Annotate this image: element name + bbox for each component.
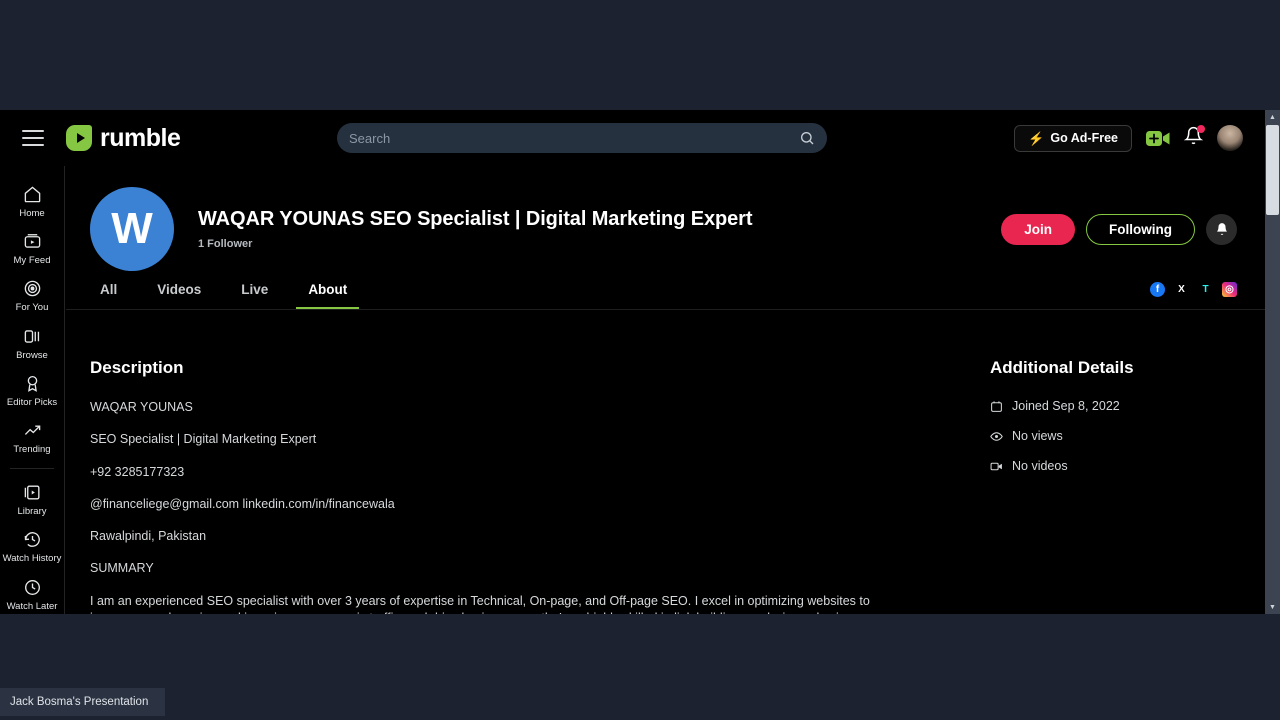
description-line: +92 3285177323	[90, 464, 185, 479]
x-twitter-icon[interactable]: X	[1174, 282, 1189, 297]
scrollbar-thumb[interactable]	[1266, 125, 1279, 215]
sidebar-item-editor-picks[interactable]: Editor Picks	[0, 367, 64, 414]
channel-tabs: All Videos Live About f X T ◎	[66, 270, 1265, 310]
sidebar-label-my-feed: My Feed	[13, 255, 51, 267]
tab-live[interactable]: Live	[221, 270, 288, 309]
additional-details-column: Additional Details Joined Sep 8, 2022 No…	[950, 358, 1237, 614]
calendar-icon	[991, 400, 1002, 412]
sidebar-item-my-feed[interactable]: My Feed	[0, 225, 64, 272]
sidebar-item-trending[interactable]: Trending	[0, 414, 64, 461]
trending-icon	[24, 425, 40, 435]
detail-text-joined: Joined Sep 8, 2022	[1012, 399, 1120, 413]
notifications-button[interactable]	[1183, 125, 1205, 150]
tiktok-icon[interactable]: T	[1198, 282, 1213, 297]
join-button[interactable]: Join	[1001, 213, 1075, 245]
following-button[interactable]: Following	[1086, 213, 1195, 245]
watch-history-icon	[24, 532, 40, 548]
browse-icon	[24, 329, 39, 343]
sidebar-label-trending: Trending	[13, 444, 51, 456]
library-icon	[24, 485, 40, 500]
notification-badge	[1197, 125, 1205, 133]
sidebar-item-home[interactable]: Home	[0, 178, 64, 225]
detail-text-views: No views	[1012, 429, 1063, 443]
notification-bell-icon	[1216, 223, 1227, 235]
hamburger-icon[interactable]	[22, 130, 44, 146]
sidebar-label-watch-later: Watch Later	[6, 600, 58, 612]
description-line: SEO Specialist | Digital Marketing Exper…	[90, 432, 317, 447]
browser-window: rumble ⚡ Go Ad-Free	[0, 110, 1280, 614]
search-bar[interactable]	[337, 123, 827, 153]
search-icon[interactable]	[799, 130, 815, 146]
sidebar-label-watch-history: Watch History	[2, 553, 62, 565]
description-line: SUMMARY	[90, 561, 154, 576]
desktop: rumble ⚡ Go Ad-Free	[0, 0, 1280, 720]
eye-icon	[990, 431, 1003, 441]
tab-about[interactable]: About	[288, 270, 367, 309]
description-line: @financeliege@gmail.com linkedin.com/in/…	[90, 496, 395, 511]
sidebar-item-watch-history[interactable]: Watch History	[0, 523, 64, 570]
tab-videos[interactable]: Videos	[137, 270, 221, 309]
sidebar-item-library[interactable]: Library	[0, 476, 64, 523]
description-line: Rawalpindi, Pakistan	[90, 529, 207, 543]
user-avatar[interactable]	[1217, 125, 1243, 151]
sidebar-divider	[10, 468, 54, 470]
go-ad-free-label: Go Ad-Free	[1050, 131, 1118, 145]
home-icon	[24, 186, 40, 203]
vertical-scrollbar[interactable]: ▲ ▼	[1265, 110, 1280, 614]
social-links: f X T ◎	[1150, 282, 1237, 297]
header-actions: ⚡ Go Ad-Free	[1014, 110, 1243, 166]
detail-text-videos: No videos	[1012, 459, 1068, 473]
description-heading: Description	[90, 358, 184, 377]
channel-header: W WAQAR YOUNAS SEO Specialist | Digital …	[66, 166, 1265, 271]
sidebar-item-for-you[interactable]: For You	[0, 272, 64, 319]
main-content: W WAQAR YOUNAS SEO Specialist | Digital …	[66, 166, 1265, 614]
sidebar-label-editor-picks: Editor Picks	[6, 396, 58, 408]
channel-notifications-button[interactable]	[1206, 213, 1237, 245]
video-icon	[990, 462, 1002, 470]
for-you-icon	[24, 281, 40, 297]
sidebar-item-watch-later[interactable]: Watch Later	[0, 571, 64, 614]
description-line: WAQAR YOUNAS	[90, 400, 193, 414]
tab-all[interactable]: All	[90, 270, 137, 309]
tab-list: All Videos Live About	[90, 270, 367, 309]
left-sidebar: Home My Feed For You Browse Editor Picks…	[0, 166, 65, 614]
rumble-logo[interactable]: rumble	[66, 123, 181, 153]
watch-later-icon	[24, 579, 40, 595]
about-body: Description WAQAR YOUNAS SEO Specialist …	[66, 310, 1265, 614]
sidebar-label-browse: Browse	[16, 349, 48, 361]
sidebar-label-for-you: For You	[15, 302, 49, 314]
instagram-icon[interactable]: ◎	[1222, 282, 1237, 297]
channel-followers: 1 Follower	[198, 238, 253, 250]
site-header: rumble ⚡ Go Ad-Free	[0, 110, 1265, 166]
scroll-up-arrow[interactable]: ▲	[1265, 110, 1280, 124]
facebook-icon[interactable]: f	[1150, 282, 1165, 297]
my-feed-icon	[24, 234, 40, 248]
channel-avatar[interactable]: W	[90, 187, 174, 271]
video-upload-icon[interactable]	[1146, 130, 1170, 147]
channel-actions: Join Following	[1001, 213, 1237, 245]
detail-row-videos: No videos	[990, 459, 1237, 473]
scroll-down-arrow[interactable]: ▼	[1265, 600, 1280, 614]
rumble-wordmark: rumble	[100, 123, 181, 152]
description-column: Description WAQAR YOUNAS SEO Specialist …	[90, 358, 910, 614]
go-ad-free-button[interactable]: ⚡ Go Ad-Free	[1014, 124, 1132, 152]
bolt-icon: ⚡	[1028, 130, 1045, 146]
sidebar-item-browse[interactable]: Browse	[0, 320, 64, 367]
sidebar-label-library: Library	[17, 506, 47, 518]
detail-row-views: No views	[990, 429, 1237, 443]
taskbar-item-presentation[interactable]: Jack Bosma's Presentation	[0, 688, 165, 716]
sidebar-label-home: Home	[19, 208, 45, 219]
editor-picks-icon	[27, 375, 37, 392]
channel-title: WAQAR YOUNAS SEO Specialist | Digital Ma…	[198, 208, 753, 230]
description-summary: I am an experienced SEO specialist with …	[90, 593, 870, 615]
channel-meta: WAQAR YOUNAS SEO Specialist | Digital Ma…	[198, 208, 1001, 250]
additional-details-heading: Additional Details	[990, 358, 1134, 377]
detail-row-joined: Joined Sep 8, 2022	[990, 399, 1237, 413]
search-input[interactable]	[349, 130, 799, 146]
rumble-play-icon	[66, 125, 92, 151]
